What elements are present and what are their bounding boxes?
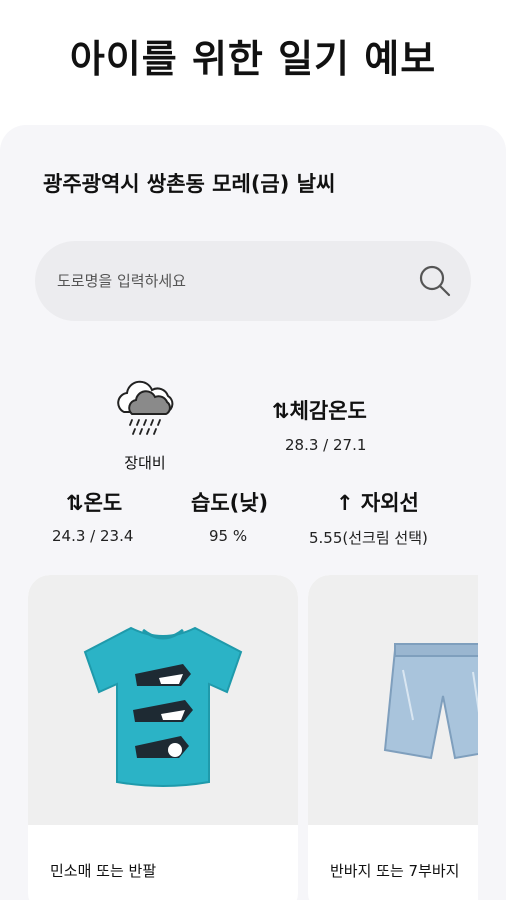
- weather-panel: 광주광역시 쌍촌동 모레(금) 날씨 장대비 ⇅체감온도 28.3 / 27.1…: [0, 125, 506, 900]
- location-title: 광주광역시 쌍촌동 모레(금) 날씨: [43, 172, 336, 196]
- search-button[interactable]: [415, 261, 455, 301]
- search-icon: [419, 265, 451, 297]
- humidity-value: 95 %: [209, 527, 248, 545]
- feels-like-value: 28.3 / 27.1: [285, 436, 367, 454]
- temperature-label: ⇅온도: [66, 491, 123, 515]
- weather-condition: 장대비: [124, 454, 166, 472]
- search-bar: [35, 241, 471, 321]
- temperature-value: 24.3 / 23.4: [52, 527, 134, 545]
- uv-value: 5.55(선크림 선택): [309, 529, 428, 547]
- tshirt-image: [28, 575, 298, 825]
- clothing-card[interactable]: 민소매 또는 반팔: [28, 575, 298, 900]
- page-title: 아이를 위한 일기 예보: [69, 37, 437, 81]
- humidity-label: 습도(낮): [191, 491, 269, 515]
- uv-label: ↑ 자외선: [336, 491, 419, 515]
- clothing-card-label: 민소매 또는 반팔: [50, 862, 157, 880]
- clothing-card-label: 반바지 또는 7부바지: [330, 862, 460, 880]
- cloud-rain-icon: [117, 380, 174, 435]
- clothing-carousel[interactable]: 민소매 또는 반팔 반바지 또는 7부바지: [28, 575, 478, 900]
- shorts-image: [308, 575, 478, 825]
- search-input[interactable]: [57, 241, 417, 321]
- feels-like-label: ⇅체감온도: [272, 399, 367, 423]
- clothing-card[interactable]: 반바지 또는 7부바지: [308, 575, 478, 900]
